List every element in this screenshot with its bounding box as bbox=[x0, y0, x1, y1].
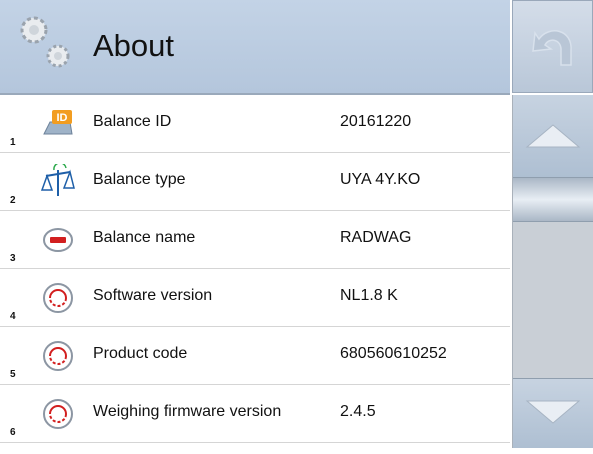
list-item-software-version: 4 Software version NL1.8 K bbox=[0, 269, 510, 327]
radwag-logo-icon bbox=[43, 228, 73, 252]
row-number: 4 bbox=[10, 311, 16, 322]
undo-arrow-icon bbox=[532, 30, 572, 66]
list-item-product-code: 5 Product code 680560610252 bbox=[0, 327, 510, 385]
row-number: 6 bbox=[10, 427, 16, 438]
scroll-up-button[interactable] bbox=[513, 95, 593, 178]
rev-icon bbox=[43, 341, 73, 371]
rev-icon bbox=[43, 283, 73, 313]
row-value: 2.4.5 bbox=[340, 403, 376, 420]
row-value: 20161220 bbox=[340, 113, 412, 130]
row-value: 680560610252 bbox=[340, 345, 447, 362]
row-number: 2 bbox=[10, 195, 16, 206]
list-item-balance-id: 1 ID Balance ID 20161220 bbox=[0, 95, 510, 153]
arrow-down-icon bbox=[525, 400, 581, 424]
list-item-weighing-firmware-version: 6 Weighing firmware version 2.4.5 bbox=[0, 385, 510, 443]
header-bar: About bbox=[0, 0, 510, 95]
gears-icon bbox=[20, 16, 70, 68]
row-label: Weighing firmware version bbox=[93, 403, 282, 420]
row-number: 3 bbox=[10, 253, 16, 264]
scale-icon bbox=[40, 164, 75, 196]
row-value: UYA 4Y.KO bbox=[340, 171, 421, 188]
row-value: NL1.8 K bbox=[340, 287, 398, 304]
row-value: RADWAG bbox=[340, 229, 412, 246]
scroll-down-button[interactable] bbox=[513, 378, 593, 448]
arrow-up-icon bbox=[525, 124, 581, 148]
balance-id-icon: ID bbox=[43, 110, 73, 135]
row-label: Balance type bbox=[93, 171, 186, 188]
svg-text:ID: ID bbox=[57, 112, 68, 124]
info-list: 1 ID Balance ID 20161220 2 Balance type … bbox=[0, 95, 510, 443]
back-button[interactable] bbox=[512, 0, 593, 93]
row-number: 5 bbox=[10, 369, 16, 380]
scroll-thumb[interactable] bbox=[513, 178, 593, 222]
row-label: Balance ID bbox=[93, 113, 172, 130]
rev-icon bbox=[43, 399, 73, 429]
row-number: 1 bbox=[10, 137, 16, 148]
row-label: Product code bbox=[93, 345, 188, 362]
row-label: Software version bbox=[93, 287, 213, 304]
list-item-balance-type: 2 Balance type UYA 4Y.KO bbox=[0, 153, 510, 211]
scrollbar[interactable] bbox=[512, 95, 593, 448]
list-item-balance-name: 3 Balance name RADWAG bbox=[0, 211, 510, 269]
page-title: About bbox=[93, 28, 175, 63]
row-label: Balance name bbox=[93, 229, 196, 246]
